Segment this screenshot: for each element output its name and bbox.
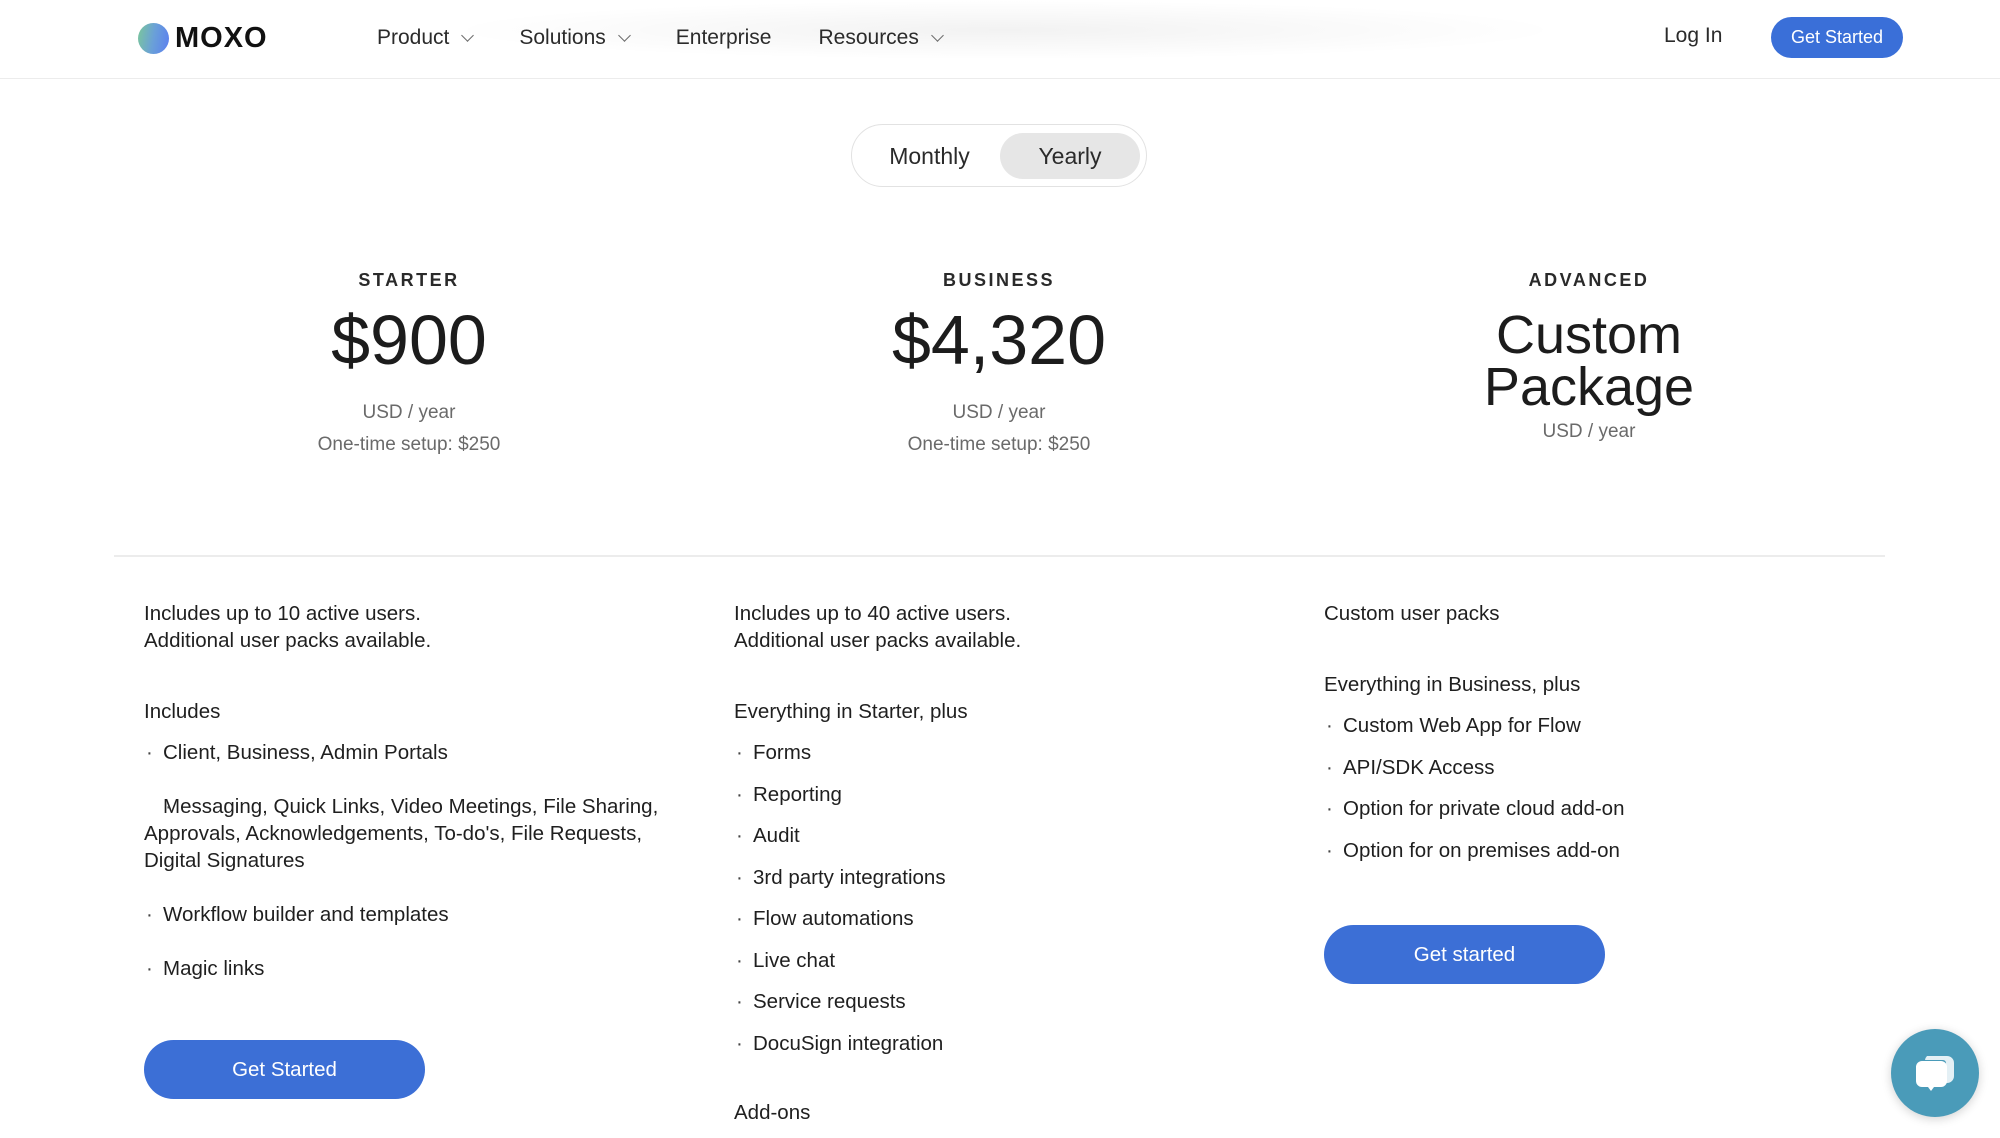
feature-item: Live chat [734, 947, 1264, 974]
starter-get-started-button[interactable]: Get Started [144, 1040, 425, 1099]
plan-price-line2: Package [1483, 357, 1695, 417]
plan-setup-fee: One-time setup: $250 [907, 434, 1091, 455]
feature-item: Messaging, Quick Links, Video Meetings, … [144, 793, 674, 874]
feature-list: Forms Reporting Audit 3rd party integrat… [734, 739, 1264, 1057]
plan-unit: USD / year [952, 402, 1046, 423]
nav-solutions-label: Solutions [519, 26, 606, 49]
feature-item: DocuSign integration [734, 1030, 1264, 1057]
chat-widget-button[interactable] [1891, 1029, 1979, 1117]
feature-item: Client, Business, Admin Portals [144, 739, 674, 766]
users-included: Includes up to 40 active users. [734, 602, 1011, 625]
nav-product[interactable]: Product [377, 26, 475, 50]
nav-enterprise-label: Enterprise [675, 26, 772, 49]
plan-price: $4,320 [891, 301, 1107, 379]
feature-list: Custom Web App for Flow API/SDK Access O… [1324, 712, 1854, 864]
feature-list: Client, Business, Admin Portals Messagin… [144, 739, 674, 982]
plan-unit: USD / year [1542, 421, 1636, 442]
nav-solutions[interactable]: Solutions [519, 26, 631, 50]
feature-item: 3rd party integrations [734, 864, 1264, 891]
addons-title: Add-ons [734, 1100, 811, 1124]
nav-product-label: Product [377, 26, 450, 49]
chevron-down-icon [617, 28, 631, 42]
plan-price-line1: Custom [1495, 305, 1683, 365]
features-title: Everything in Starter, plus [734, 700, 968, 723]
feature-item: Workflow builder and templates [144, 901, 674, 928]
plan-price: $900 [331, 301, 487, 379]
plan-advanced-header: ADVANCED Custom Package USD / year [1339, 270, 1839, 443]
toggle-yearly[interactable]: Yearly [1000, 133, 1140, 179]
feature-item: Option for private cloud add-on [1324, 795, 1854, 822]
nav-enterprise[interactable]: Enterprise [676, 26, 772, 50]
feature-item: Flow automations [734, 905, 1264, 932]
feature-item: API/SDK Access [1324, 754, 1854, 781]
section-divider [114, 555, 1885, 557]
chevron-down-icon [931, 28, 944, 42]
main-nav: Product Solutions Enterprise Resources [377, 22, 989, 54]
login-link[interactable]: Log In [1664, 24, 1722, 48]
moxo-logo[interactable]: MOXO [138, 22, 268, 55]
site-header: MOXO Product Solutions Enterprise Resour… [0, 0, 2000, 79]
users-additional: Additional user packs available. [734, 629, 1022, 652]
toggle-monthly[interactable]: Monthly [862, 133, 997, 179]
feature-item: Service requests [734, 988, 1264, 1015]
feature-item: Reporting [734, 781, 1264, 808]
plan-name: ADVANCED [1528, 270, 1650, 290]
plan-unit: USD / year [362, 402, 456, 423]
plan-name: BUSINESS [942, 270, 1056, 290]
plan-setup-fee: One-time setup: $250 [317, 434, 501, 455]
users-included: Includes up to 10 active users. [144, 602, 421, 625]
features-title: Includes [144, 700, 221, 723]
users-additional: Additional user packs available. [144, 629, 432, 652]
plan-starter-header: STARTER $900 USD / year One-time setup: … [159, 270, 659, 456]
chat-bubbles-icon [1916, 1056, 1954, 1091]
chevron-down-icon [461, 28, 475, 42]
feature-item: Forms [734, 739, 1264, 766]
header-get-started-button[interactable]: Get Started [1771, 17, 1903, 58]
nav-resources[interactable]: Resources [818, 26, 944, 50]
nav-resources-label: Resources [818, 26, 919, 49]
feature-item: Audit [734, 822, 1264, 849]
plan-price-custom: Custom Package [1339, 305, 1839, 417]
features-title: Everything in Business, plus [1324, 673, 1581, 696]
feature-item: Magic links [144, 955, 674, 982]
plan-business-header: BUSINESS $4,320 USD / year One-time setu… [749, 270, 1249, 456]
users-included: Custom user packs [1324, 602, 1500, 625]
plan-starter-features: Includes up to 10 active users. Addition… [144, 600, 674, 1009]
plan-advanced-features: Custom user packs Everything in Business… [1324, 600, 1854, 878]
logo-mark-icon [138, 23, 169, 54]
billing-toggle: Monthly Yearly [851, 124, 1147, 187]
feature-item: Option for on premises add-on [1324, 837, 1854, 864]
advanced-get-started-button[interactable]: Get started [1324, 925, 1605, 984]
feature-item: Custom Web App for Flow [1324, 712, 1854, 739]
logo-text: MOXO [175, 22, 268, 54]
plan-business-features: Includes up to 40 active users. Addition… [734, 600, 1264, 1126]
plan-name: STARTER [358, 270, 460, 290]
